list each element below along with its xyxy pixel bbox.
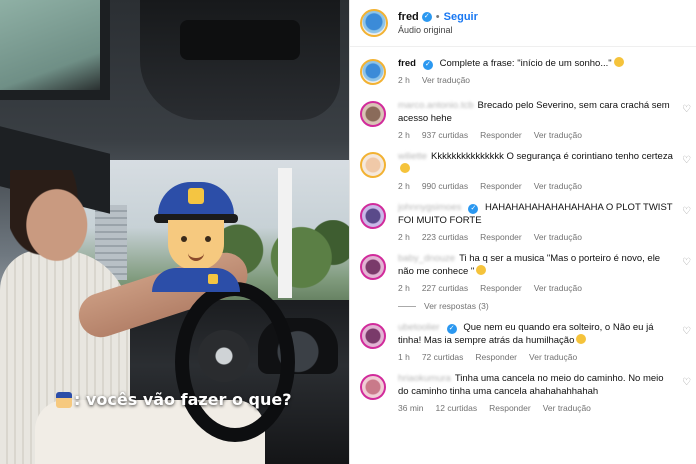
comment-text: Kkkkkkkkkkkkkkk O segurança é corintiano… [431,151,673,162]
comment-username[interactable]: hriaokumura [398,373,451,384]
comment-time: 2 h [398,232,410,242]
comment-username[interactable]: wiliette [398,151,427,162]
comment-username[interactable]: fred [398,58,416,69]
see-translation-link[interactable]: Ver tradução [534,283,582,293]
comment-item: marco.antonio.tcb Brecado pelo Severino, … [350,99,696,140]
grinning-face-icon [613,57,624,67]
heart-outline-icon[interactable]: ♡ [682,207,692,217]
heart-outline-icon[interactable]: ♡ [682,156,692,166]
see-translation-link[interactable]: Ver tradução [422,75,470,85]
commenter-avatar[interactable] [360,254,386,280]
comment-time: 2 h [398,75,410,85]
commenter-avatar[interactable] [360,101,386,127]
comment-username[interactable]: ubetoolier [398,322,440,333]
grinning-face-icon [576,334,587,344]
comment-item: hriaokumura Tinha uma cancela no meio do … [350,372,696,413]
see-translation-link[interactable]: Ver tradução [534,181,582,191]
commenter-avatar[interactable] [360,59,386,85]
comment-likes[interactable]: 227 curtidas [422,283,468,293]
comment-likes[interactable]: 72 curtidas [422,352,464,362]
reply-button[interactable]: Responder [475,352,517,362]
heart-outline-icon[interactable]: ♡ [682,378,692,388]
comment-item: baby_dnouze Ti ha q ser a musica "Mas o p… [350,252,696,293]
see-translation-link[interactable]: Ver tradução [534,130,582,140]
comment-username[interactable]: baby_dnouze [398,253,455,264]
grinning-face-icon [476,265,487,275]
video-caption: : vocês vão fazer o que? [56,390,292,409]
roof-console [140,0,340,120]
see-translation-link[interactable]: Ver tradução [543,403,591,413]
view-replies-label[interactable]: Ver respostas (3) [424,301,489,311]
view-replies-link[interactable]: Ver respostas (3) [398,301,696,311]
gate-pillar [278,168,292,298]
original-audio-link[interactable]: Áudio original [398,25,478,35]
comment-time: 1 h [398,352,410,362]
comment-item: johnnygsimoes ✓ HAHAHAHAHAHAHAHAHA O PLOT… [350,201,696,242]
author-avatar[interactable] [360,9,388,37]
comment-username[interactable]: marco.antonio.tcb [398,100,474,111]
steering-wheel-hub [198,330,250,382]
verified-badge-icon: ✓ [468,204,479,214]
comments-panel: fred ✓ • Seguir Áudio original fred ✓ Com… [349,0,696,464]
reply-button[interactable]: Responder [480,283,522,293]
author-username[interactable]: fred [398,11,419,23]
comment-time: 2 h [398,181,410,191]
reply-button[interactable]: Responder [489,403,531,413]
comment-likes[interactable]: 937 curtidas [422,130,468,140]
post-header: fred ✓ • Seguir Áudio original [350,0,696,47]
comment-list: fred ✓ Complete a frase: "início de um so… [350,47,696,413]
grinning-face-icon [400,163,410,173]
comment-item: ubetoolier ✓ Que nem eu quando era soltei… [350,321,696,362]
caption-comment: fred ✓ Complete a frase: "início de um so… [350,57,696,85]
replies-divider [398,305,416,307]
verified-badge-icon: ✓ [422,60,433,70]
follow-button[interactable]: Seguir [444,11,478,23]
commenter-avatar[interactable] [360,152,386,178]
separator-dot: • [435,11,440,23]
verified-badge-icon: ✓ [446,324,457,334]
commenter-avatar[interactable] [360,203,386,229]
see-translation-link[interactable]: Ver tradução [534,232,582,242]
reply-button[interactable]: Responder [480,181,522,191]
commenter-avatar[interactable] [360,374,386,400]
reply-button[interactable]: Responder [480,232,522,242]
police-uniform [152,268,240,292]
comment-item: wiliette Kkkkkkkkkkkkkkk O segurança é co… [350,150,696,191]
driver-head [10,170,88,270]
reel-video[interactable]: : vocês vão fazer o que? [0,0,349,464]
comment-time: 2 h [398,283,410,293]
heart-outline-icon[interactable]: ♡ [682,105,692,115]
comment-text: Complete a frase: "início de um sonho...… [439,58,612,69]
heart-outline-icon[interactable]: ♡ [682,327,692,337]
police-officer-icon [56,391,72,408]
comment-likes[interactable]: 12 curtidas [436,403,478,413]
reply-button[interactable]: Responder [480,130,522,140]
heart-outline-icon[interactable]: ♡ [682,258,692,268]
sunroof-window [0,0,110,100]
police-face [168,220,224,270]
see-translation-link[interactable]: Ver tradução [529,352,577,362]
comment-likes[interactable]: 223 curtidas [422,232,468,242]
comment-username[interactable]: johnnygsimoes [398,202,461,213]
video-caption-text: : vocês vão fazer o que? [74,390,292,409]
comment-time: 2 h [398,130,410,140]
comment-time: 36 min [398,403,424,413]
verified-badge-icon: ✓ [421,12,432,22]
comment-likes[interactable]: 990 curtidas [422,181,468,191]
commenter-avatar[interactable] [360,323,386,349]
